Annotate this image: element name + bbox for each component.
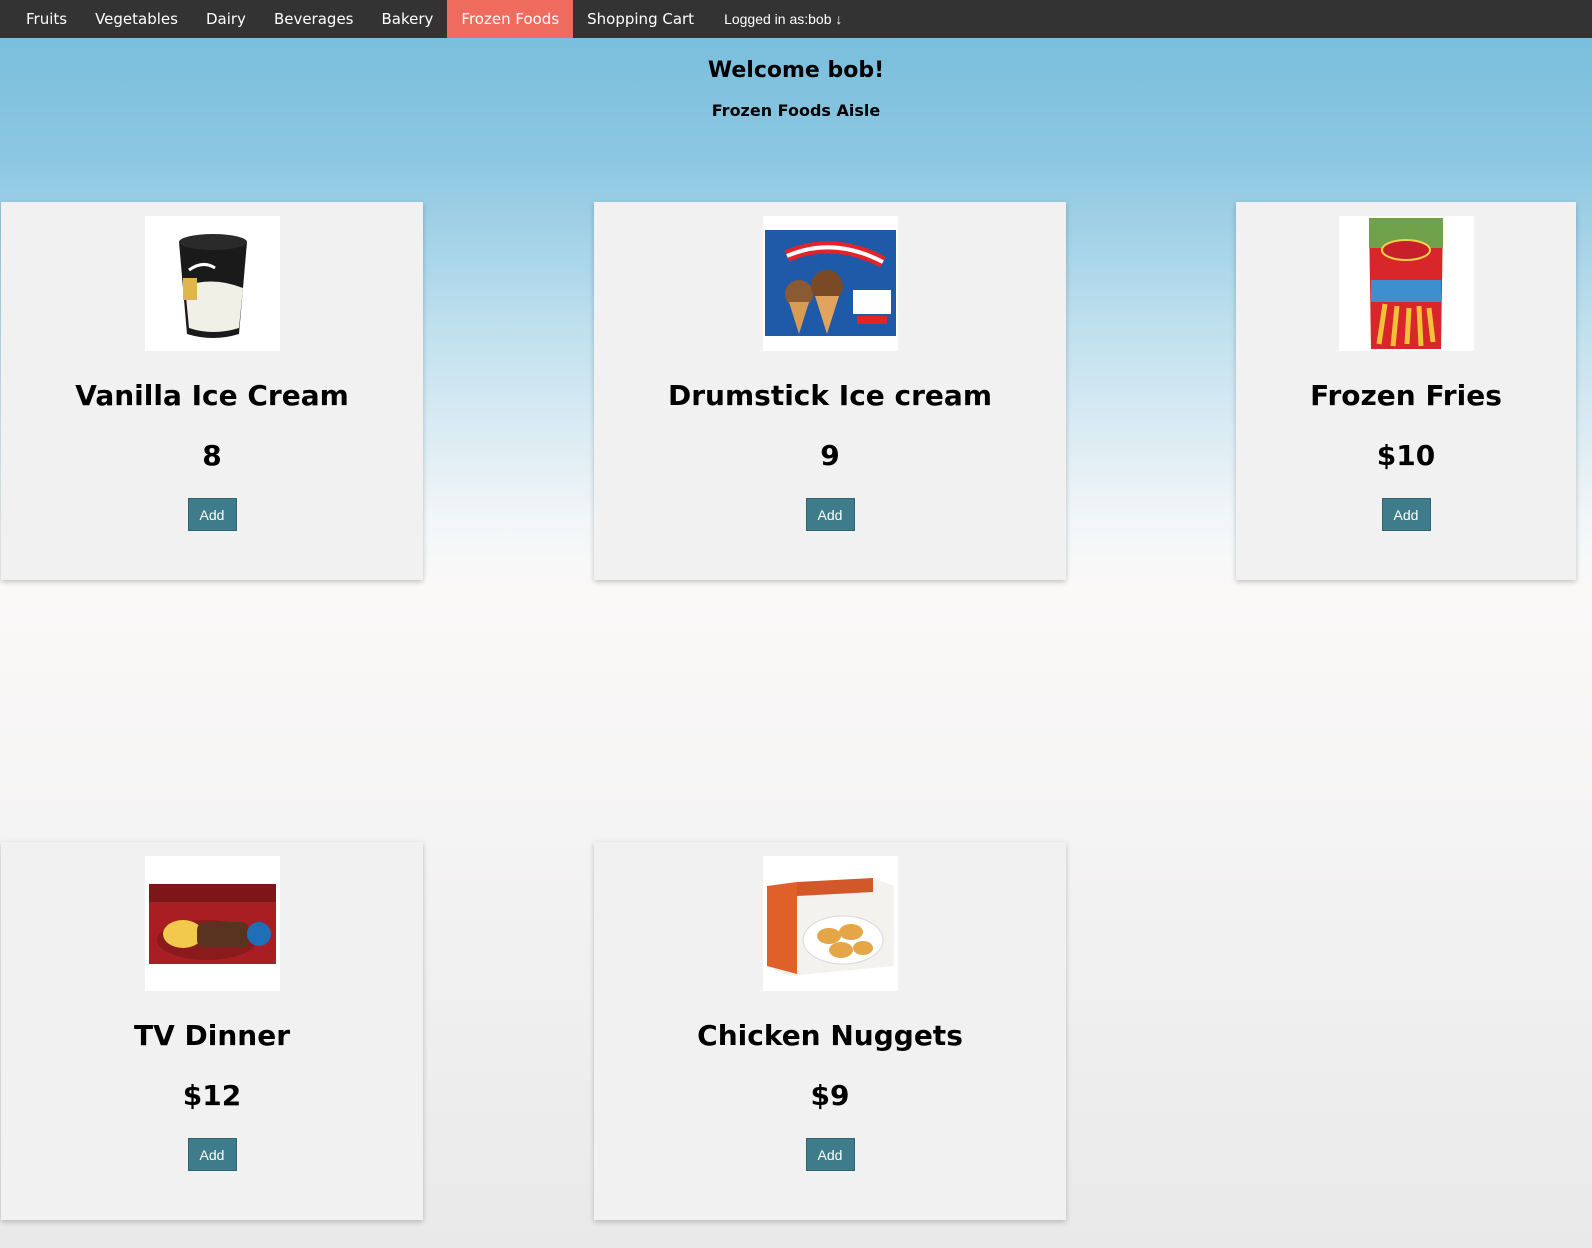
nav-bakery[interactable]: Bakery (368, 0, 448, 38)
page-header: Welcome bob! Frozen Foods Aisle (0, 38, 1592, 120)
login-status-dropdown[interactable]: Logged in as:bob ↓ (708, 0, 856, 38)
product-name: Drumstick Ice cream (668, 379, 992, 412)
tv-dinner-box-image (144, 856, 280, 991)
product-name: Vanilla Ice Cream (75, 379, 349, 412)
nav-beverages[interactable]: Beverages (260, 0, 368, 38)
nav-dairy[interactable]: Dairy (192, 0, 260, 38)
product-card-vanilla-ice-cream: Vanilla Ice Cream 8 Add (1, 202, 423, 580)
top-navbar: Fruits Vegetables Dairy Beverages Bakery… (0, 0, 1592, 38)
product-card-tv-dinner: TV Dinner $12 Add (1, 842, 423, 1220)
nav-frozen-foods[interactable]: Frozen Foods (447, 0, 574, 38)
product-name: Chicken Nuggets (697, 1019, 963, 1052)
product-price: $12 (182, 1079, 242, 1112)
nav-shopping-cart[interactable]: Shopping Cart (573, 0, 708, 38)
product-name: TV Dinner (133, 1019, 291, 1052)
add-to-cart-button[interactable]: Add (187, 1138, 237, 1171)
product-name: Frozen Fries (1310, 379, 1502, 412)
nav-fruits[interactable]: Fruits (0, 0, 81, 38)
product-card-frozen-fries: Frozen Fries $10 Add (1236, 202, 1576, 580)
product-price: 9 (820, 439, 840, 472)
fries-bag-image (1338, 216, 1474, 351)
ice-cream-tub-image (144, 216, 280, 351)
aisle-heading: Frozen Foods Aisle (711, 101, 881, 120)
product-card-drumstick-ice-cream: Drumstick Ice cream 9 Add (594, 202, 1066, 580)
nuggets-box-image (762, 856, 898, 991)
add-to-cart-button[interactable]: Add (1381, 498, 1431, 531)
drumstick-box-image (762, 216, 898, 351)
product-price: $10 (1376, 439, 1436, 472)
welcome-heading: Welcome bob! (707, 58, 885, 83)
nav-vegetables[interactable]: Vegetables (81, 0, 192, 38)
product-price: $9 (810, 1079, 850, 1112)
add-to-cart-button[interactable]: Add (805, 498, 855, 531)
product-card-chicken-nuggets: Chicken Nuggets $9 Add (594, 842, 1066, 1220)
product-price: 8 (202, 439, 222, 472)
add-to-cart-button[interactable]: Add (805, 1138, 855, 1171)
add-to-cart-button[interactable]: Add (187, 498, 237, 531)
